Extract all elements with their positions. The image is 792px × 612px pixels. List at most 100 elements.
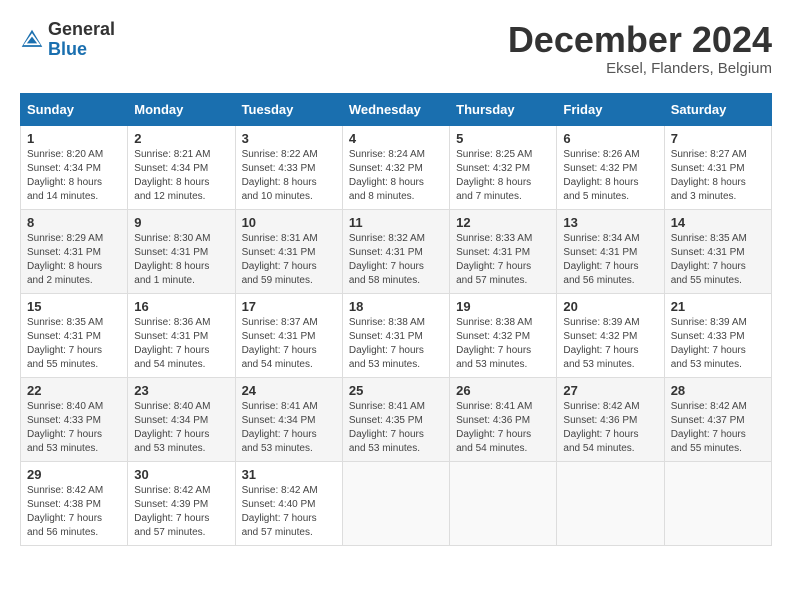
table-row: 26 Sunrise: 8:41 AM Sunset: 4:36 PM Dayli… (450, 377, 557, 461)
day-info: Sunrise: 8:30 AM Sunset: 4:31 PM Dayligh… (134, 232, 228, 288)
day-number: 7 (671, 131, 765, 146)
day-number: 23 (134, 383, 228, 398)
calendar-week-3: 15 Sunrise: 8:35 AM Sunset: 4:31 PM Dayli… (21, 293, 772, 377)
logo-general-text: General (48, 19, 115, 39)
page-header: General Blue December 2024 Eksel, Flande… (20, 20, 772, 77)
day-number: 17 (242, 299, 336, 314)
day-info: Sunrise: 8:34 AM Sunset: 4:31 PM Dayligh… (563, 232, 657, 288)
col-monday: Monday (128, 93, 235, 125)
day-number: 12 (456, 215, 550, 230)
table-row: 30 Sunrise: 8:42 AM Sunset: 4:39 PM Dayli… (128, 461, 235, 545)
day-info: Sunrise: 8:36 AM Sunset: 4:31 PM Dayligh… (134, 316, 228, 372)
location-text: Eksel, Flanders, Belgium (508, 60, 772, 77)
day-info: Sunrise: 8:42 AM Sunset: 4:40 PM Dayligh… (242, 484, 336, 540)
table-row: 12 Sunrise: 8:33 AM Sunset: 4:31 PM Dayli… (450, 209, 557, 293)
table-row: 1Sunrise: 8:20 AM Sunset: 4:34 PM Daylig… (21, 125, 128, 209)
table-row: 8 Sunrise: 8:29 AM Sunset: 4:31 PM Daylig… (21, 209, 128, 293)
calendar-header-row: Sunday Monday Tuesday Wednesday Thursday… (21, 93, 772, 125)
calendar-week-2: 8 Sunrise: 8:29 AM Sunset: 4:31 PM Daylig… (21, 209, 772, 293)
table-row: 23 Sunrise: 8:40 AM Sunset: 4:34 PM Dayli… (128, 377, 235, 461)
day-number: 25 (349, 383, 443, 398)
day-number: 6 (563, 131, 657, 146)
day-number: 31 (242, 467, 336, 482)
day-number: 2 (134, 131, 228, 146)
table-row: 11 Sunrise: 8:32 AM Sunset: 4:31 PM Dayli… (342, 209, 449, 293)
table-row: 4 Sunrise: 8:24 AM Sunset: 4:32 PM Daylig… (342, 125, 449, 209)
col-saturday: Saturday (664, 93, 771, 125)
col-friday: Friday (557, 93, 664, 125)
table-row (557, 461, 664, 545)
table-row: 28 Sunrise: 8:42 AM Sunset: 4:37 PM Dayli… (664, 377, 771, 461)
day-number: 8 (27, 215, 121, 230)
day-number: 5 (456, 131, 550, 146)
day-info: Sunrise: 8:41 AM Sunset: 4:36 PM Dayligh… (456, 400, 550, 456)
day-number: 9 (134, 215, 228, 230)
day-number: 14 (671, 215, 765, 230)
day-info: Sunrise: 8:33 AM Sunset: 4:31 PM Dayligh… (456, 232, 550, 288)
table-row: 31 Sunrise: 8:42 AM Sunset: 4:40 PM Dayli… (235, 461, 342, 545)
day-info: Sunrise: 8:32 AM Sunset: 4:31 PM Dayligh… (349, 232, 443, 288)
day-number: 18 (349, 299, 443, 314)
table-row (342, 461, 449, 545)
table-row: 17 Sunrise: 8:37 AM Sunset: 4:31 PM Dayli… (235, 293, 342, 377)
day-number: 29 (27, 467, 121, 482)
day-info: Sunrise: 8:38 AM Sunset: 4:32 PM Dayligh… (456, 316, 550, 372)
table-row: 18 Sunrise: 8:38 AM Sunset: 4:31 PM Dayli… (342, 293, 449, 377)
day-number: 26 (456, 383, 550, 398)
day-info: Sunrise: 8:21 AM Sunset: 4:34 PM Dayligh… (134, 148, 228, 204)
day-info: Sunrise: 8:42 AM Sunset: 4:36 PM Dayligh… (563, 400, 657, 456)
day-info: Sunrise: 8:35 AM Sunset: 4:31 PM Dayligh… (671, 232, 765, 288)
logo-text: General Blue (48, 20, 115, 60)
table-row: 6 Sunrise: 8:26 AM Sunset: 4:32 PM Daylig… (557, 125, 664, 209)
day-number: 19 (456, 299, 550, 314)
day-info: Sunrise: 8:31 AM Sunset: 4:31 PM Dayligh… (242, 232, 336, 288)
day-info: Sunrise: 8:37 AM Sunset: 4:31 PM Dayligh… (242, 316, 336, 372)
logo-blue-text: Blue (48, 39, 87, 59)
day-info: Sunrise: 8:29 AM Sunset: 4:31 PM Dayligh… (27, 232, 121, 288)
table-row: 24 Sunrise: 8:41 AM Sunset: 4:34 PM Dayli… (235, 377, 342, 461)
col-wednesday: Wednesday (342, 93, 449, 125)
table-row: 21Sunrise: 8:39 AM Sunset: 4:33 PM Dayli… (664, 293, 771, 377)
day-number: 15 (27, 299, 121, 314)
day-info: Sunrise: 8:39 AM Sunset: 4:32 PM Dayligh… (563, 316, 657, 372)
day-number: 27 (563, 383, 657, 398)
col-thursday: Thursday (450, 93, 557, 125)
day-info: Sunrise: 8:22 AM Sunset: 4:33 PM Dayligh… (242, 148, 336, 204)
day-number: 24 (242, 383, 336, 398)
table-row (664, 461, 771, 545)
day-info: Sunrise: 8:42 AM Sunset: 4:39 PM Dayligh… (134, 484, 228, 540)
day-info: Sunrise: 8:26 AM Sunset: 4:32 PM Dayligh… (563, 148, 657, 204)
day-number: 4 (349, 131, 443, 146)
table-row: 5Sunrise: 8:25 AM Sunset: 4:32 PM Daylig… (450, 125, 557, 209)
title-section: December 2024 Eksel, Flanders, Belgium (508, 20, 772, 77)
table-row: 15 Sunrise: 8:35 AM Sunset: 4:31 PM Dayli… (21, 293, 128, 377)
logo: General Blue (20, 20, 115, 60)
table-row: 3 Sunrise: 8:22 AM Sunset: 4:33 PM Daylig… (235, 125, 342, 209)
table-row: 25Sunrise: 8:41 AM Sunset: 4:35 PM Dayli… (342, 377, 449, 461)
table-row: 22Sunrise: 8:40 AM Sunset: 4:33 PM Dayli… (21, 377, 128, 461)
table-row: 19 Sunrise: 8:38 AM Sunset: 4:32 PM Dayli… (450, 293, 557, 377)
day-number: 1 (27, 131, 121, 146)
day-info: Sunrise: 8:24 AM Sunset: 4:32 PM Dayligh… (349, 148, 443, 204)
day-info: Sunrise: 8:38 AM Sunset: 4:31 PM Dayligh… (349, 316, 443, 372)
table-row: 7Sunrise: 8:27 AM Sunset: 4:31 PM Daylig… (664, 125, 771, 209)
table-row: 2 Sunrise: 8:21 AM Sunset: 4:34 PM Daylig… (128, 125, 235, 209)
day-number: 30 (134, 467, 228, 482)
table-row: 29 Sunrise: 8:42 AM Sunset: 4:38 PM Dayli… (21, 461, 128, 545)
day-number: 11 (349, 215, 443, 230)
table-row: 10Sunrise: 8:31 AM Sunset: 4:31 PM Dayli… (235, 209, 342, 293)
table-row: 14 Sunrise: 8:35 AM Sunset: 4:31 PM Dayli… (664, 209, 771, 293)
table-row (450, 461, 557, 545)
day-info: Sunrise: 8:41 AM Sunset: 4:34 PM Dayligh… (242, 400, 336, 456)
day-number: 22 (27, 383, 121, 398)
day-info: Sunrise: 8:42 AM Sunset: 4:37 PM Dayligh… (671, 400, 765, 456)
day-info: Sunrise: 8:39 AM Sunset: 4:33 PM Dayligh… (671, 316, 765, 372)
day-number: 28 (671, 383, 765, 398)
day-info: Sunrise: 8:35 AM Sunset: 4:31 PM Dayligh… (27, 316, 121, 372)
col-tuesday: Tuesday (235, 93, 342, 125)
day-number: 16 (134, 299, 228, 314)
table-row: 27 Sunrise: 8:42 AM Sunset: 4:36 PM Dayli… (557, 377, 664, 461)
day-info: Sunrise: 8:40 AM Sunset: 4:34 PM Dayligh… (134, 400, 228, 456)
day-number: 3 (242, 131, 336, 146)
day-info: Sunrise: 8:42 AM Sunset: 4:38 PM Dayligh… (27, 484, 121, 540)
